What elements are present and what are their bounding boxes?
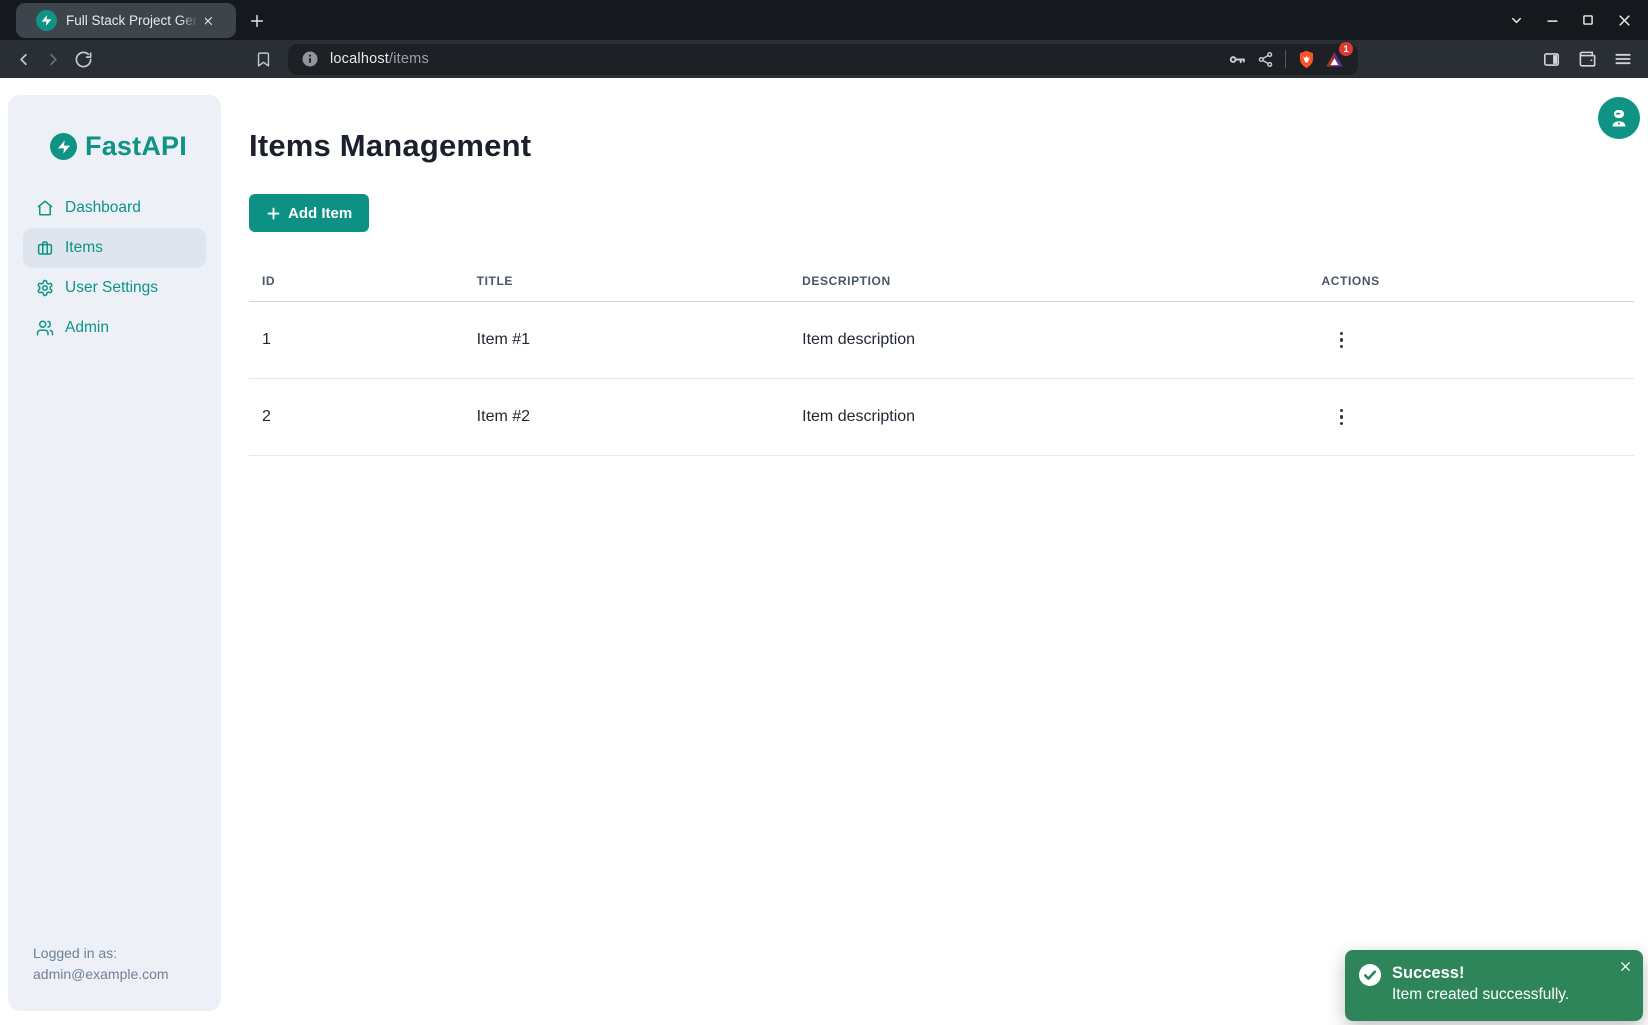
brave-rewards-icon[interactable]: 1: [1320, 46, 1348, 72]
row-actions-menu-button[interactable]: [1327, 402, 1357, 432]
sidebar-nav: Dashboard Items User Settings: [23, 188, 206, 348]
row-actions-menu-button[interactable]: [1327, 325, 1357, 355]
window-controls: [1504, 0, 1636, 40]
rewards-badge: 1: [1339, 42, 1353, 56]
cell-id: 2: [249, 379, 464, 456]
logged-in-label: Logged in as:: [33, 943, 169, 964]
add-item-button[interactable]: Add Item: [249, 194, 369, 232]
sidebar-item-label: User Settings: [65, 279, 158, 297]
share-icon[interactable]: [1251, 46, 1279, 72]
tab-title-fade: [179, 6, 205, 36]
add-item-label: Add Item: [288, 205, 352, 222]
app-logo-text: FastAPI: [85, 131, 187, 162]
new-tab-button[interactable]: [244, 8, 270, 34]
table-row: 2 Item #2 Item description: [249, 379, 1634, 456]
tab-strip: Full Stack Project Genera: [0, 0, 1648, 40]
menu-icon[interactable]: [1608, 44, 1638, 74]
sidebar-item-items[interactable]: Items: [23, 228, 206, 268]
page-content: FastAPI Dashboard Items: [0, 78, 1648, 1025]
users-icon: [36, 319, 54, 337]
page-title: Items Management: [249, 128, 1634, 164]
browser-toolbar: localhost /items 1: [0, 40, 1648, 78]
cell-title: Item #1: [464, 302, 789, 379]
toast-close-icon[interactable]: [1616, 957, 1634, 975]
sidebar-item-label: Dashboard: [65, 199, 141, 217]
url-path: /items: [389, 51, 429, 67]
side-panel-icon[interactable]: [1536, 44, 1566, 74]
url-host: localhost: [330, 51, 389, 67]
success-toast: Success! Item created successfully.: [1345, 950, 1643, 1021]
items-table: ID TITLE DESCRIPTION ACTIONS 1 Item #1 I…: [249, 264, 1634, 456]
cell-id: 1: [249, 302, 464, 379]
minimize-button[interactable]: [1540, 8, 1564, 32]
address-bar[interactable]: localhost /items 1: [288, 44, 1358, 75]
reload-icon[interactable]: [68, 44, 98, 74]
sidebar-item-dashboard[interactable]: Dashboard: [23, 188, 206, 228]
column-header-actions: ACTIONS: [1309, 264, 1634, 302]
tab-search-icon[interactable]: [1504, 8, 1528, 32]
app-logo: FastAPI: [50, 131, 221, 162]
tab-title: Full Stack Project Genera: [66, 13, 196, 28]
site-info-icon[interactable]: [300, 49, 320, 69]
table-header-row: ID TITLE DESCRIPTION ACTIONS: [249, 264, 1634, 302]
close-window-button[interactable]: [1612, 8, 1636, 32]
toast-title: Success!: [1392, 963, 1569, 983]
back-icon[interactable]: [8, 44, 38, 74]
password-key-icon[interactable]: [1223, 46, 1251, 72]
cell-description: Item description: [789, 379, 1308, 456]
sidebar-item-label: Items: [65, 239, 103, 257]
bookmark-icon[interactable]: [248, 44, 278, 74]
maximize-button[interactable]: [1576, 8, 1600, 32]
logged-in-info: Logged in as: admin@example.com: [33, 943, 169, 985]
gear-icon: [36, 279, 54, 297]
column-header-description: DESCRIPTION: [789, 264, 1308, 302]
toolbar-divider: [1285, 50, 1286, 68]
column-header-title: TITLE: [464, 264, 789, 302]
cell-description: Item description: [789, 302, 1308, 379]
toast-message: Item created successfully.: [1392, 983, 1569, 1007]
column-header-id: ID: [249, 264, 464, 302]
forward-icon[interactable]: [38, 44, 68, 74]
check-circle-icon: [1358, 963, 1382, 987]
logged-in-email: admin@example.com: [33, 964, 169, 985]
sidebar-item-user-settings[interactable]: User Settings: [23, 268, 206, 308]
brave-shield-icon[interactable]: [1292, 46, 1320, 72]
fastapi-favicon-icon: [36, 10, 57, 31]
plus-icon: [266, 206, 281, 221]
browser-tab[interactable]: Full Stack Project Genera: [16, 3, 236, 38]
table-row: 1 Item #1 Item description: [249, 302, 1634, 379]
cell-title: Item #2: [464, 379, 789, 456]
main-panel: Items Management Add Item ID TITLE DESCR…: [221, 78, 1648, 1025]
sidebar: FastAPI Dashboard Items: [8, 95, 221, 1011]
toast-body: Success! Item created successfully.: [1392, 963, 1569, 1021]
browser-window: Full Stack Project Genera: [0, 0, 1648, 1025]
briefcase-icon: [36, 239, 54, 257]
wallet-icon[interactable]: [1572, 44, 1602, 74]
sidebar-item-admin[interactable]: Admin: [23, 308, 206, 348]
toolbar-right-group: [1536, 44, 1638, 74]
sidebar-item-label: Admin: [65, 319, 109, 337]
fastapi-logo-icon: [50, 133, 77, 160]
home-icon: [36, 199, 54, 217]
